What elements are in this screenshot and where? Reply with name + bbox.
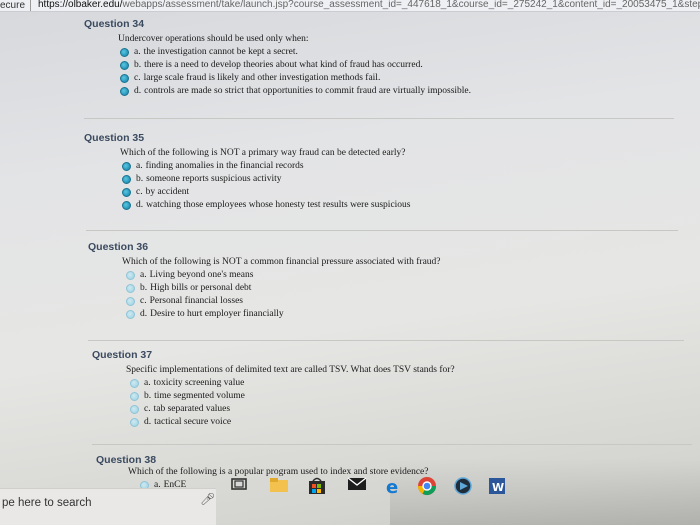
- answer-option-a[interactable]: a. the investigation cannot be kept a sec…: [120, 46, 644, 59]
- url-domain: https://olbaker.edu/: [38, 0, 123, 10]
- answer-option-b[interactable]: b. time segmented volume: [130, 390, 652, 403]
- radio-button[interactable]: [120, 61, 129, 70]
- radio-button[interactable]: [120, 87, 129, 96]
- assessment-page: Question 34 Undercover operations should…: [0, 12, 700, 490]
- answer-option-c[interactable]: c. large scale fraud is likely and other …: [120, 72, 644, 85]
- url-path: webapps/assessment/take/launch.jsp?cours…: [122, 0, 700, 10]
- answer-option-c[interactable]: c. tab separated values: [130, 403, 652, 416]
- answer-option-c[interactable]: c. by accident: [122, 186, 644, 199]
- secure-label: ecure: [0, 0, 26, 11]
- question-35: Question 35 Which of the following is NO…: [84, 132, 644, 212]
- chrome-icon[interactable]: [416, 476, 438, 498]
- question-divider: [86, 230, 678, 231]
- radio-button[interactable]: [122, 162, 131, 171]
- edge-icon[interactable]: e: [382, 476, 404, 498]
- search-placeholder: pe here to search: [2, 497, 92, 509]
- task-view-icon[interactable]: [228, 476, 250, 498]
- question-divider: [88, 340, 684, 341]
- question-36: Question 36 Which of the following is NO…: [88, 241, 648, 321]
- question-title: Question 36: [88, 241, 149, 253]
- mail-icon[interactable]: [346, 476, 368, 498]
- radio-button[interactable]: [122, 188, 131, 197]
- radio-button[interactable]: [126, 284, 135, 293]
- answer-option-d[interactable]: d. Desire to hurt employer financially: [126, 308, 648, 321]
- answer-option-d[interactable]: d. tactical secure voice: [130, 416, 652, 429]
- radio-button[interactable]: [130, 379, 139, 388]
- url-text[interactable]: https://olbaker.edu/webapps/assessment/t…: [38, 0, 700, 10]
- question-title: Question 34: [84, 18, 145, 30]
- radio-button[interactable]: [122, 175, 131, 184]
- question-divider: [84, 118, 674, 119]
- answer-option-d[interactable]: d. controls are made so strict that oppor…: [120, 85, 644, 98]
- question-divider: [92, 444, 692, 445]
- radio-button[interactable]: [126, 297, 135, 306]
- file-explorer-icon[interactable]: [268, 476, 290, 498]
- radio-button[interactable]: [122, 201, 131, 210]
- radio-button[interactable]: [130, 392, 139, 401]
- microphone-icon[interactable]: 🎤︎: [200, 492, 215, 506]
- windows-taskbar: pe here to search 🎤︎ e W: [0, 458, 700, 525]
- answer-option-a[interactable]: a. toxicity screening value: [130, 377, 652, 390]
- answer-option-c[interactable]: c. Personal financial losses: [126, 295, 648, 308]
- radio-button[interactable]: [126, 310, 135, 319]
- address-bar[interactable]: ecure https://olbaker.edu/webapps/assess…: [0, 0, 700, 12]
- question-title: Question 37: [92, 349, 153, 361]
- answer-option-d[interactable]: d. watching those employees whose honesty…: [122, 199, 644, 212]
- question-stem: Which of the following is NOT a common f…: [122, 257, 441, 267]
- word-icon[interactable]: W: [486, 476, 508, 498]
- answer-option-a[interactable]: a. finding anomalies in the financial rec…: [122, 160, 644, 173]
- media-icon[interactable]: [452, 476, 474, 498]
- svg-text:W: W: [492, 481, 504, 494]
- question-stem: Specific implementations of delimited te…: [126, 365, 455, 375]
- answer-option-a[interactable]: a. Living beyond one's means: [126, 269, 648, 282]
- question-stem: Undercover operations should be used onl…: [118, 34, 309, 44]
- radio-button[interactable]: [130, 405, 139, 414]
- question-title: Question 35: [84, 132, 145, 144]
- radio-button[interactable]: [130, 418, 139, 427]
- radio-button[interactable]: [120, 74, 129, 83]
- question-37: Question 37 Specific implementations of …: [92, 349, 652, 429]
- radio-button[interactable]: [120, 48, 129, 57]
- answer-option-b[interactable]: b. High bills or personal debt: [126, 282, 648, 295]
- svg-text:e: e: [386, 477, 398, 496]
- answer-option-b[interactable]: b. someone reports suspicious activity: [122, 173, 644, 186]
- question-stem: Which of the following is NOT a primary …: [120, 148, 406, 158]
- answer-option-b[interactable]: b. there is a need to develop theories ab…: [120, 59, 644, 72]
- address-divider: [30, 0, 31, 11]
- taskbar-pinned-apps: e W: [224, 476, 524, 506]
- radio-button[interactable]: [126, 271, 135, 280]
- taskbar-search-box[interactable]: pe here to search: [0, 488, 216, 525]
- question-34: Question 34 Undercover operations should…: [84, 18, 644, 98]
- store-icon[interactable]: [306, 476, 328, 498]
